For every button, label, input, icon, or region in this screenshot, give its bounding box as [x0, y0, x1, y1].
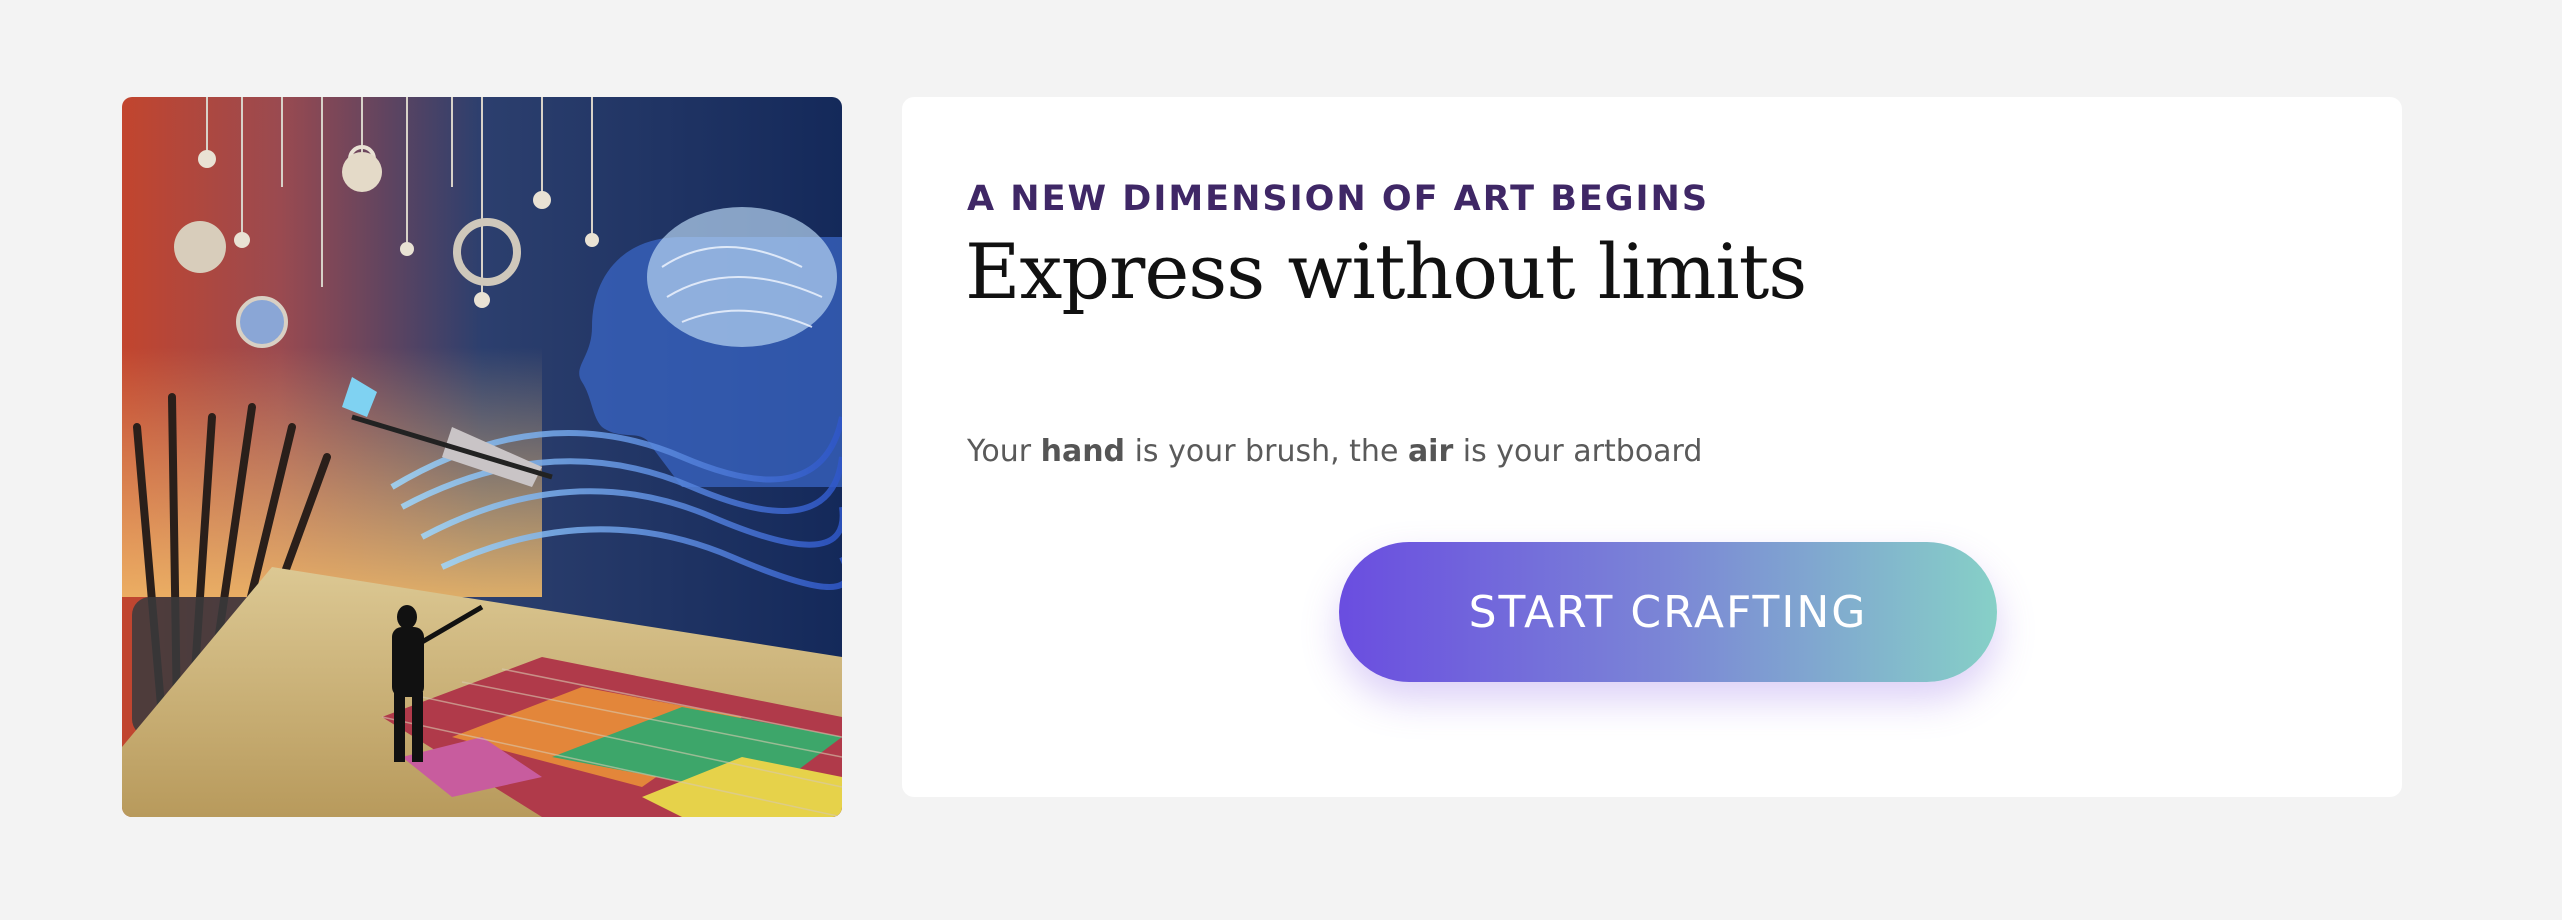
hero-eyebrow: A NEW DIMENSION OF ART BEGINS: [967, 179, 1710, 219]
tagline-text: Your: [967, 434, 1041, 469]
page: A NEW DIMENSION OF ART BEGINS Express wi…: [0, 0, 2562, 920]
start-crafting-button[interactable]: START CRAFTING: [1339, 542, 1997, 682]
tagline-emphasis-air: air: [1407, 434, 1454, 469]
hero-artwork-image: [122, 97, 842, 817]
hero-headline: Express without limits: [965, 227, 1807, 316]
hero-tagline: Your hand is your brush, the air is your…: [967, 434, 1702, 469]
tagline-text: is your brush, the: [1125, 434, 1408, 469]
tagline-emphasis-hand: hand: [1040, 434, 1126, 469]
hero-card: A NEW DIMENSION OF ART BEGINS Express wi…: [902, 97, 2402, 797]
tagline-text: is your artboard: [1453, 434, 1703, 469]
